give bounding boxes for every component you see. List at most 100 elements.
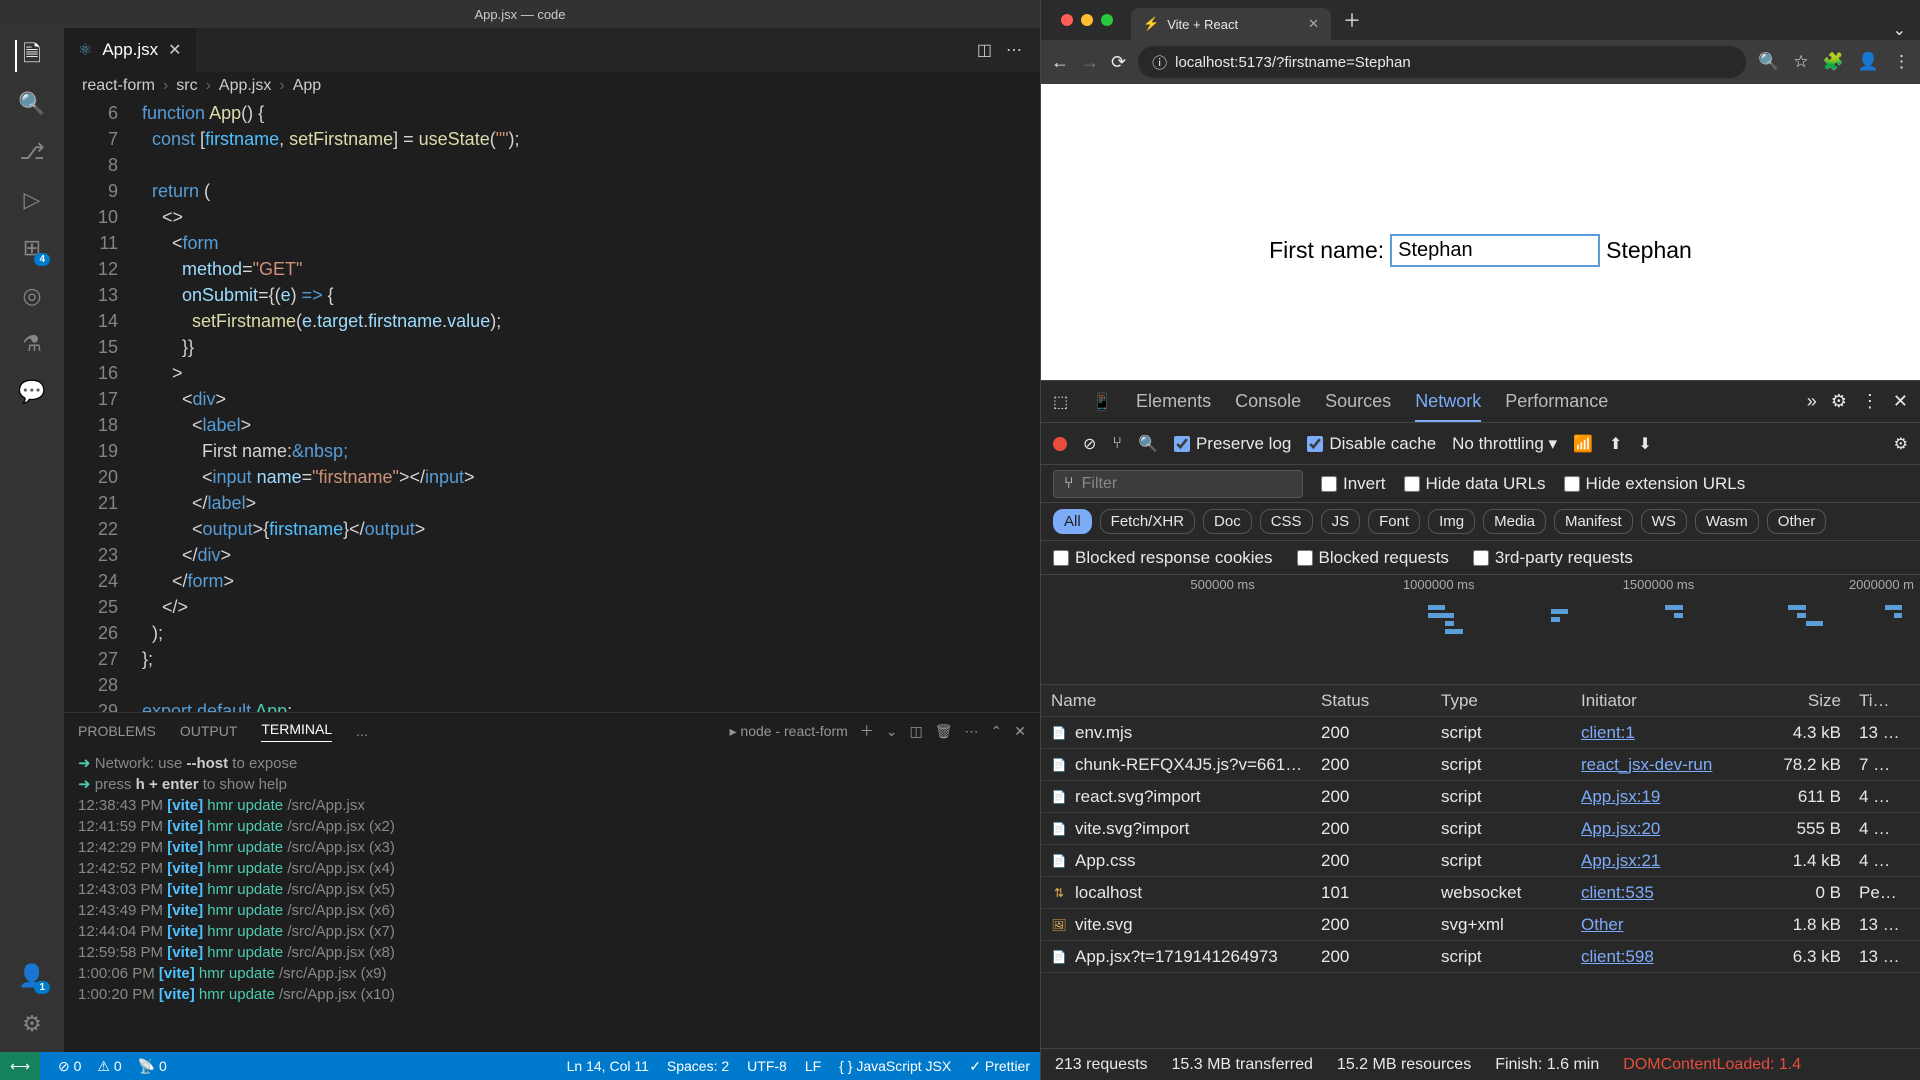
- col-initiator-header[interactable]: Initiator: [1581, 691, 1751, 711]
- network-row[interactable]: 📄chunk-REFQX4J5.js?v=661…200scriptreact_…: [1041, 749, 1920, 781]
- devtools-tab-performance[interactable]: Performance: [1505, 391, 1608, 412]
- terminal-tab-terminal[interactable]: TERMINAL: [261, 721, 332, 742]
- network-row[interactable]: 📄App.css200scriptApp.jsx:211.4 kB4 …: [1041, 845, 1920, 877]
- device-toggle-icon[interactable]: 📱: [1092, 392, 1112, 412]
- devtools-tab-network[interactable]: Network: [1415, 391, 1481, 422]
- blocked-response-checkbox[interactable]: Blocked response cookies: [1053, 548, 1273, 568]
- more-icon[interactable]: ⋮: [1861, 391, 1879, 412]
- preserve-log-checkbox[interactable]: Preserve log: [1174, 434, 1291, 454]
- breadcrumb[interactable]: react-form›src›App.jsx›App: [64, 72, 1040, 100]
- filter-type-all[interactable]: All: [1053, 509, 1092, 534]
- remote-indicator[interactable]: ⟷: [0, 1052, 40, 1080]
- run-debug-icon[interactable]: ▷: [16, 184, 48, 216]
- bookmark-icon[interactable]: ☆: [1793, 52, 1808, 72]
- close-icon[interactable]: ✕: [168, 40, 181, 60]
- window-controls[interactable]: [1051, 14, 1123, 26]
- col-time-header[interactable]: Ti…: [1851, 691, 1920, 711]
- col-name-header[interactable]: Name: [1041, 691, 1321, 711]
- clear-icon[interactable]: ⊘: [1083, 434, 1096, 454]
- more-icon[interactable]: ⋯: [965, 723, 979, 740]
- filter-type-manifest[interactable]: Manifest: [1554, 509, 1633, 534]
- filter-type-wasm[interactable]: Wasm: [1695, 509, 1759, 534]
- record-button[interactable]: [1053, 437, 1067, 451]
- split-editor-icon[interactable]: ◫: [977, 40, 992, 60]
- chevron-down-icon[interactable]: ⌄: [886, 723, 898, 740]
- network-row[interactable]: 📄react.svg?import200scriptApp.jsx:19611 …: [1041, 781, 1920, 813]
- minimize-window-icon[interactable]: [1081, 14, 1093, 26]
- terminal-tab-problems[interactable]: PROBLEMS: [78, 723, 156, 739]
- filter-type-fetch/xhr[interactable]: Fetch/XHR: [1100, 509, 1195, 534]
- zoom-icon[interactable]: 🔍: [1758, 52, 1779, 72]
- network-overview[interactable]: 500000 ms1000000 ms1500000 ms2000000 m: [1041, 575, 1920, 685]
- filter-type-img[interactable]: Img: [1428, 509, 1475, 534]
- split-terminal-icon[interactable]: ◫: [910, 723, 923, 740]
- firstname-input[interactable]: [1390, 234, 1600, 267]
- indent-info[interactable]: Spaces: 2: [667, 1058, 729, 1074]
- site-info-icon[interactable]: ⓘ: [1152, 52, 1167, 73]
- more-icon[interactable]: ⋯: [1006, 40, 1022, 60]
- devtools-tab-sources[interactable]: Sources: [1325, 391, 1391, 412]
- close-icon[interactable]: ✕: [1893, 391, 1908, 412]
- warnings-count[interactable]: ⚠ 0: [97, 1058, 121, 1075]
- inspect-icon[interactable]: ⬚: [1053, 392, 1068, 412]
- network-row[interactable]: 📄vite.svg?import200scriptApp.jsx:20555 B…: [1041, 813, 1920, 845]
- wifi-icon[interactable]: 📶: [1573, 434, 1593, 454]
- chevron-down-icon[interactable]: ⌄: [1893, 20, 1920, 40]
- eol[interactable]: LF: [805, 1058, 821, 1074]
- address-bar[interactable]: ⓘ localhost:5173/?firstname=Stephan: [1138, 46, 1746, 78]
- profile-icon[interactable]: 👤: [1858, 52, 1879, 72]
- cursor-position[interactable]: Ln 14, Col 11: [567, 1058, 649, 1074]
- download-icon[interactable]: ⬇: [1638, 434, 1651, 454]
- terminal-tab-...[interactable]: ...: [356, 723, 368, 739]
- maximize-window-icon[interactable]: [1101, 14, 1113, 26]
- remote-icon[interactable]: ◎: [16, 280, 48, 312]
- language-mode[interactable]: { } JavaScript JSX: [839, 1058, 951, 1074]
- network-row[interactable]: ⇅localhost101websocketclient:5350 BPe…: [1041, 877, 1920, 909]
- filter-type-css[interactable]: CSS: [1260, 509, 1313, 534]
- extensions-icon[interactable]: 🧩: [1823, 52, 1844, 72]
- third-party-checkbox[interactable]: 3rd-party requests: [1473, 548, 1633, 568]
- gear-icon[interactable]: ⚙: [1831, 391, 1847, 412]
- reload-button[interactable]: ⟳: [1111, 52, 1126, 73]
- chevron-up-icon[interactable]: ⌃: [991, 723, 1003, 740]
- search-icon[interactable]: 🔍: [1138, 434, 1158, 454]
- col-status-header[interactable]: Status: [1321, 691, 1441, 711]
- devtools-tab-elements[interactable]: Elements: [1136, 391, 1211, 412]
- filter-type-js[interactable]: JS: [1321, 509, 1361, 534]
- close-window-icon[interactable]: [1061, 14, 1073, 26]
- search-icon[interactable]: 🔍: [16, 88, 48, 120]
- new-terminal-icon[interactable]: ＋: [860, 721, 874, 741]
- prettier-status[interactable]: ✓ Prettier: [969, 1058, 1030, 1075]
- gear-icon[interactable]: ⚙: [1894, 434, 1908, 454]
- close-tab-icon[interactable]: ✕: [1308, 16, 1319, 32]
- testing-icon[interactable]: ⚗: [16, 328, 48, 360]
- browser-tab[interactable]: ⚡ Vite + React ✕: [1131, 8, 1331, 40]
- filter-type-font[interactable]: Font: [1368, 509, 1420, 534]
- blocked-requests-checkbox[interactable]: Blocked requests: [1297, 548, 1449, 568]
- upload-icon[interactable]: ⬆: [1609, 434, 1622, 454]
- network-row[interactable]: 📄App.jsx?t=1719141264973200scriptclient:…: [1041, 941, 1920, 973]
- network-row[interactable]: 📄env.mjs200scriptclient:14.3 kB13 …: [1041, 717, 1920, 749]
- terminal-process[interactable]: ▸ node - react-form: [729, 723, 847, 740]
- ports-count[interactable]: 📡 0: [138, 1058, 167, 1075]
- filter-type-other[interactable]: Other: [1767, 509, 1827, 534]
- terminal-output[interactable]: ➜ Network: use --host to expose ➜ press …: [64, 749, 1040, 1052]
- extensions-icon[interactable]: ⊞4: [16, 232, 48, 264]
- back-button[interactable]: ←: [1051, 52, 1069, 73]
- code-editor[interactable]: 6function App() {7 const [firstname, set…: [64, 100, 1040, 712]
- menu-icon[interactable]: ⋮: [1893, 52, 1910, 72]
- feedback-icon[interactable]: 💬: [16, 376, 48, 408]
- encoding[interactable]: UTF-8: [747, 1058, 787, 1074]
- tab-app-jsx[interactable]: ⚛ App.jsx ✕: [64, 28, 197, 72]
- disable-cache-checkbox[interactable]: Disable cache: [1307, 434, 1436, 454]
- throttling-select[interactable]: No throttling ▾: [1452, 434, 1557, 454]
- forward-button[interactable]: →: [1081, 52, 1099, 73]
- network-row[interactable]: 🖼vite.svg200svg+xmlOther1.8 kB13 …: [1041, 909, 1920, 941]
- gear-icon[interactable]: ⚙: [16, 1008, 48, 1040]
- more-tabs-icon[interactable]: »: [1807, 391, 1817, 412]
- col-type-header[interactable]: Type: [1441, 691, 1581, 711]
- close-panel-icon[interactable]: ✕: [1014, 723, 1026, 740]
- filter-input[interactable]: ⑂Filter: [1053, 470, 1303, 498]
- hide-ext-urls-checkbox[interactable]: Hide extension URLs: [1564, 474, 1746, 494]
- hide-data-urls-checkbox[interactable]: Hide data URLs: [1404, 474, 1546, 494]
